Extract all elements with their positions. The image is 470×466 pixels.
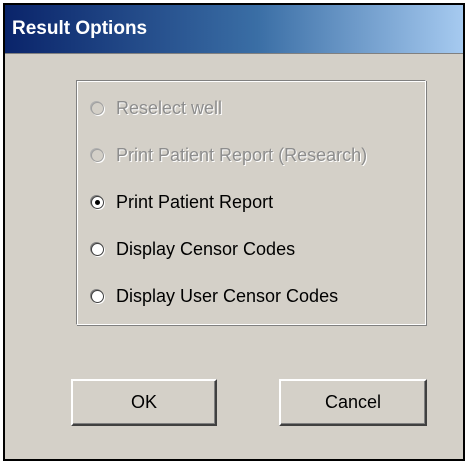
option-label: Reselect well xyxy=(116,97,223,118)
result-options-dialog: Result Options Reselect well Print Patie… xyxy=(3,3,465,461)
radio-button-icon[interactable] xyxy=(91,289,104,303)
radio-button-icon[interactable] xyxy=(91,242,104,256)
cancel-button[interactable]: Cancel xyxy=(279,379,427,426)
option-label[interactable]: Display User Censor Codes xyxy=(116,286,338,307)
option-display-censor-codes[interactable]: Display Censor Codes xyxy=(91,235,295,263)
dialog-title: Result Options xyxy=(12,18,148,39)
title-bar[interactable]: Result Options xyxy=(5,5,463,54)
radio-selected-dot xyxy=(95,199,100,205)
radio-button-icon xyxy=(91,101,104,115)
option-print-patient-report[interactable]: Print Patient Report xyxy=(91,188,273,216)
option-label: Print Patient Report (Research) xyxy=(116,144,368,165)
ok-button[interactable]: OK xyxy=(71,379,217,426)
option-label[interactable]: Display Censor Codes xyxy=(116,239,295,260)
option-print-patient-report-research: Print Patient Report (Research) xyxy=(91,141,367,169)
options-group-box: Reselect well Print Patient Report (Rese… xyxy=(76,80,426,325)
option-display-user-censor-codes[interactable]: Display User Censor Codes xyxy=(91,282,338,310)
option-label[interactable]: Print Patient Report xyxy=(116,192,273,213)
radio-button-icon xyxy=(91,148,104,162)
radio-button-icon[interactable] xyxy=(91,195,104,209)
option-reselect-well: Reselect well xyxy=(91,94,222,122)
